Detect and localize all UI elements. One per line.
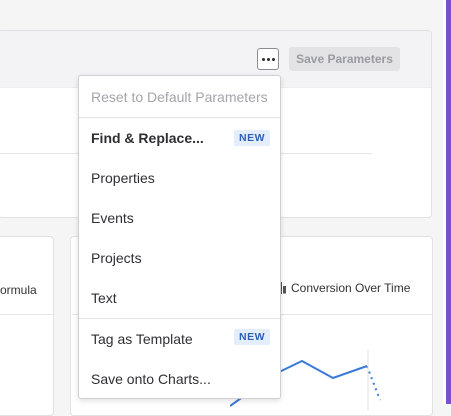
menu-item-label: Reset to Default Parameters: [91, 89, 268, 105]
menu-item-properties[interactable]: Properties: [79, 158, 280, 198]
menu-item-projects[interactable]: Projects: [79, 238, 280, 278]
chart-card-left-title: ormula: [0, 283, 37, 297]
more-options-menu: Reset to Default Parameters Find & Repla…: [78, 75, 281, 399]
menu-item-events[interactable]: Events: [79, 198, 280, 238]
menu-item-label: Properties: [91, 170, 155, 186]
menu-item-reset-defaults[interactable]: Reset to Default Parameters: [79, 77, 280, 117]
menu-item-label: Tag as Template: [91, 331, 193, 347]
new-badge: NEW: [234, 130, 270, 146]
conversion-projection: [366, 365, 381, 401]
dot-icon: [266, 57, 270, 61]
menu-item-text[interactable]: Text: [79, 278, 280, 318]
save-parameters-button[interactable]: Save Parameters: [289, 47, 400, 71]
accent-border: [446, 0, 451, 404]
new-badge: NEW: [234, 329, 270, 345]
menu-item-label: Save onto Charts...: [91, 371, 211, 387]
more-options-button[interactable]: [257, 48, 279, 70]
menu-item-label: Events: [91, 210, 134, 226]
menu-item-label: Projects: [91, 250, 142, 266]
dot-icon: [271, 57, 275, 61]
chart-title-text: Conversion Over Time: [291, 281, 411, 295]
chart-card-left: [0, 236, 54, 416]
menu-item-label: Text: [91, 290, 117, 306]
dot-icon: [261, 57, 265, 61]
card-divider: [0, 314, 52, 315]
menu-item-save-onto-charts[interactable]: Save onto Charts...: [79, 359, 280, 399]
menu-item-label: Find & Replace...: [91, 130, 204, 146]
chart-card-conversion-title: Conversion Over Time: [278, 281, 410, 295]
